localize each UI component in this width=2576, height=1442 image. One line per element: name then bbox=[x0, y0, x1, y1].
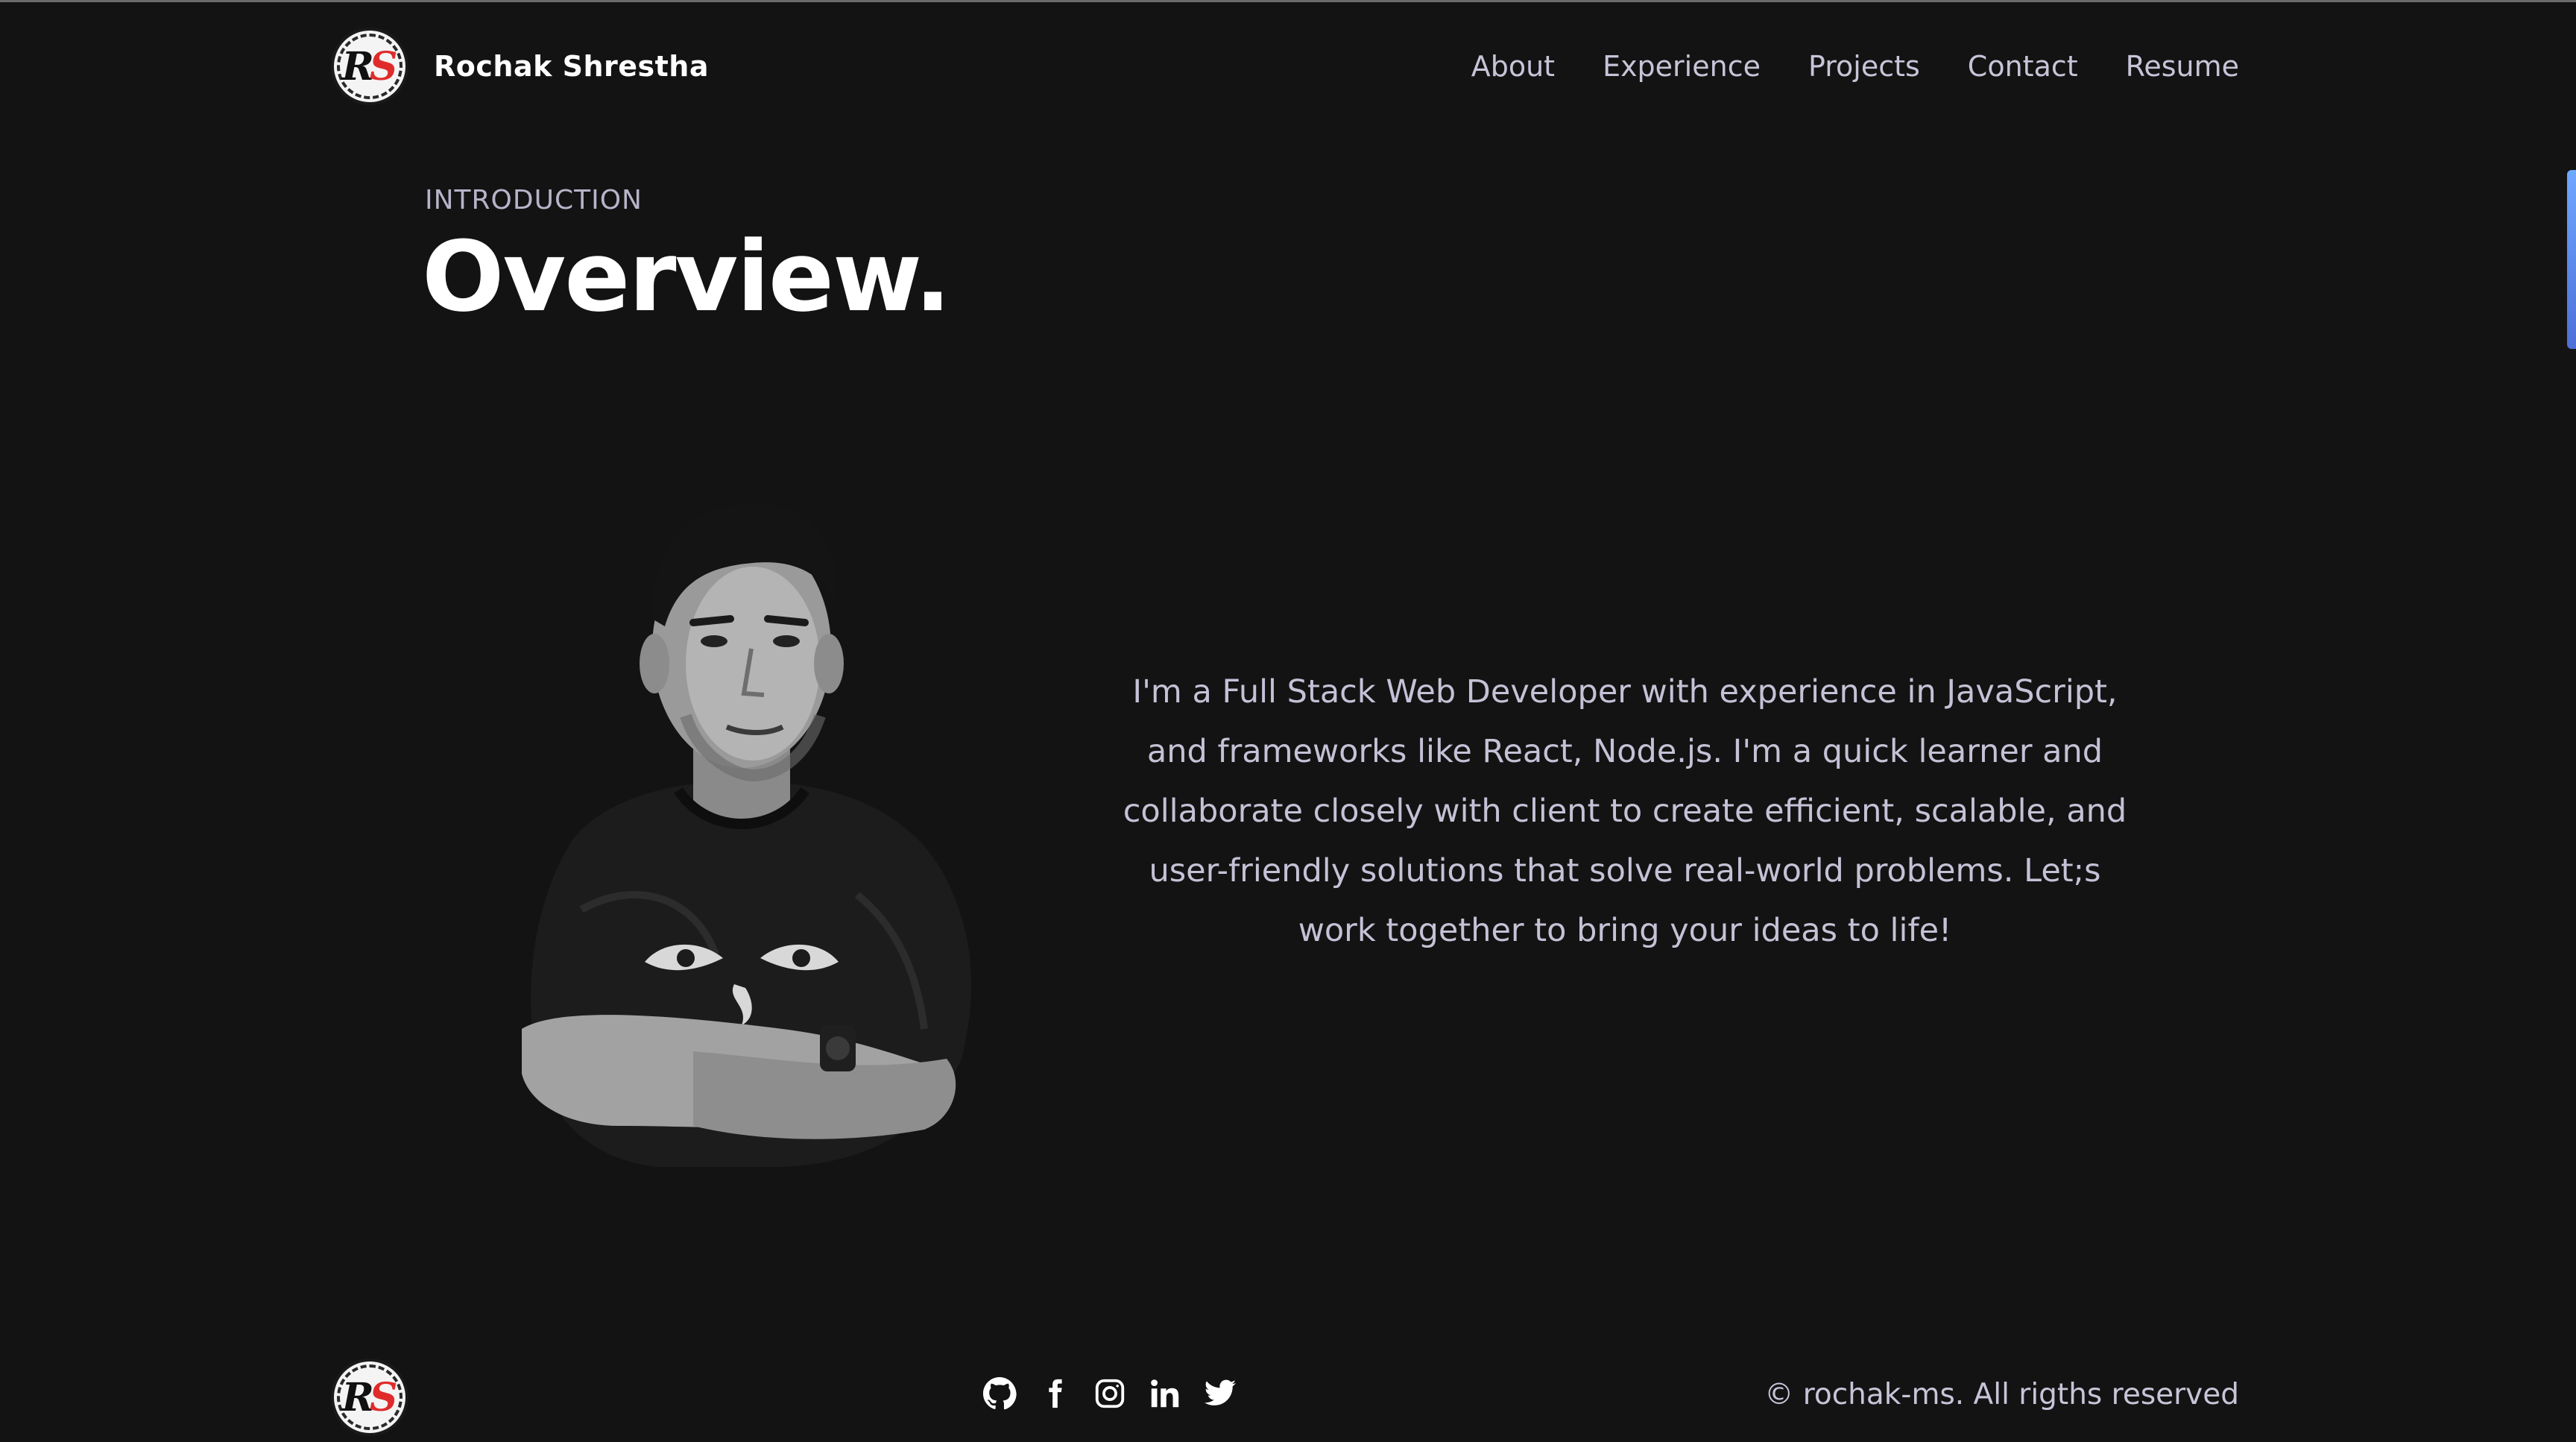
navbar: R S Rochak Shrestha About Experience Pro… bbox=[331, 27, 2239, 106]
nav-link-about[interactable]: About bbox=[1471, 50, 1555, 83]
linkedin-icon bbox=[1151, 1379, 1179, 1408]
instagram-link[interactable] bbox=[1091, 1375, 1128, 1412]
github-icon bbox=[982, 1376, 1017, 1410]
footer-logo-badge: R S bbox=[331, 1358, 408, 1436]
nav-link-projects[interactable]: Projects bbox=[1808, 50, 1920, 83]
top-border bbox=[0, 0, 2576, 2]
profile-photo bbox=[522, 503, 972, 1167]
logo-initial-s: S bbox=[369, 43, 398, 89]
linkedin-link[interactable] bbox=[1146, 1375, 1184, 1412]
brand-logo: R S bbox=[331, 28, 408, 105]
nav-links: About Experience Projects Contact Resume bbox=[1471, 50, 2239, 83]
instagram-icon bbox=[1095, 1379, 1125, 1408]
nav-link-contact[interactable]: Contact bbox=[1968, 50, 2078, 83]
section-title: Overview. bbox=[422, 220, 951, 333]
github-link[interactable] bbox=[981, 1375, 1018, 1412]
brand-home-link[interactable]: R S Rochak Shrestha bbox=[331, 28, 709, 105]
twitter-link[interactable] bbox=[1202, 1375, 1239, 1412]
brand-name: Rochak Shrestha bbox=[434, 50, 710, 83]
nav-link-experience[interactable]: Experience bbox=[1603, 50, 1761, 83]
section-subtitle: INTRODUCTION bbox=[425, 185, 643, 215]
copyright-text: © rochak-ms. All rigths reserved bbox=[1764, 1378, 2239, 1411]
facebook-link[interactable] bbox=[1036, 1375, 1073, 1412]
scroll-indicator[interactable] bbox=[2567, 170, 2576, 349]
footer-logo[interactable]: R S bbox=[331, 1358, 408, 1436]
overview-description: I'm a Full Stack Web Developer with expe… bbox=[1123, 673, 2127, 949]
social-links bbox=[981, 1375, 1239, 1412]
nav-link-resume[interactable]: Resume bbox=[2126, 50, 2239, 83]
facebook-icon bbox=[1049, 1379, 1062, 1408]
twitter-icon bbox=[1204, 1379, 1237, 1405]
logo-initial-s: S bbox=[369, 1374, 398, 1420]
